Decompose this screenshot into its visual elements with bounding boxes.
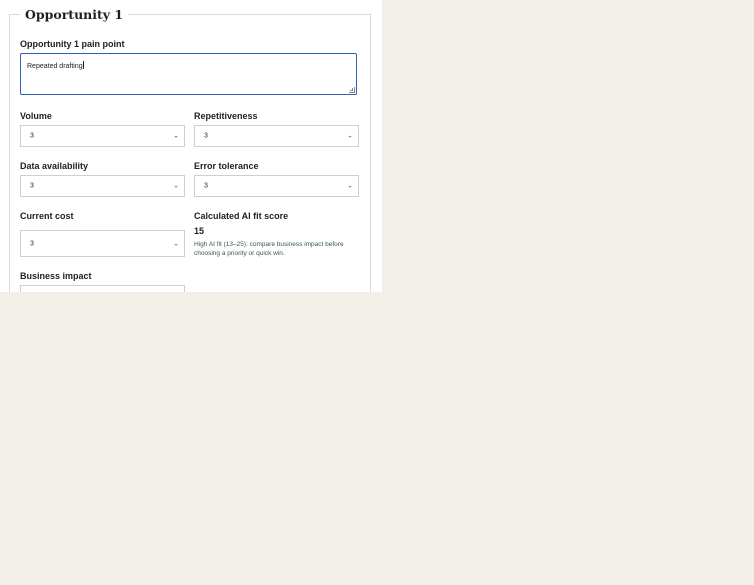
current-cost-value: 3 bbox=[30, 240, 34, 247]
error-tolerance-label: Error tolerance bbox=[194, 161, 259, 171]
pain-point-label: Opportunity 1 pain point bbox=[20, 39, 125, 49]
ai-fit-score: 15 bbox=[194, 226, 205, 236]
pain-point-textarea[interactable]: Repeated drafting bbox=[20, 53, 357, 95]
repetitiveness-select[interactable]: 3 ⌄ bbox=[194, 125, 359, 147]
volume-label: Volume bbox=[20, 111, 52, 121]
opportunity-legend: Opportunity 1 bbox=[20, 5, 129, 25]
chevron-down-icon: ⌄ bbox=[173, 240, 179, 248]
chevron-down-icon: ⌄ bbox=[173, 132, 179, 140]
volume-value: 3 bbox=[30, 132, 34, 140]
pain-point-value: Repeated drafting bbox=[27, 63, 83, 70]
score-label: Calculated AI fit score bbox=[194, 211, 289, 221]
chevron-down-icon: ⌄ bbox=[347, 182, 353, 190]
volume-select[interactable]: 3 ⌄ bbox=[20, 125, 185, 147]
data-availability-value: 3 bbox=[30, 182, 34, 190]
error-tolerance-select[interactable]: 3 ⌄ bbox=[194, 175, 359, 197]
repetitiveness-value: 3 bbox=[204, 132, 208, 140]
current-cost-label: Current cost bbox=[20, 211, 74, 221]
business-impact-label: Business impact bbox=[20, 271, 92, 281]
text-caret bbox=[82, 61, 84, 69]
opportunity-panel: Opportunity 1 Opportunity 1 pain point R… bbox=[0, 0, 382, 292]
error-tolerance-value: 3 bbox=[204, 182, 208, 190]
repetitiveness-label: Repetitiveness bbox=[194, 111, 258, 121]
business-impact-select[interactable] bbox=[20, 285, 185, 292]
score-hint: High AI fit (13–25): compare business im… bbox=[194, 241, 344, 257]
data-availability-select[interactable]: 3 ⌄ bbox=[20, 175, 185, 197]
current-cost-select[interactable]: 3 ⌄ bbox=[20, 230, 185, 257]
chevron-down-icon: ⌄ bbox=[173, 182, 179, 190]
resize-handle-icon[interactable] bbox=[349, 87, 355, 93]
chevron-down-icon: ⌄ bbox=[347, 132, 353, 140]
data-availability-label: Data availability bbox=[20, 161, 89, 171]
